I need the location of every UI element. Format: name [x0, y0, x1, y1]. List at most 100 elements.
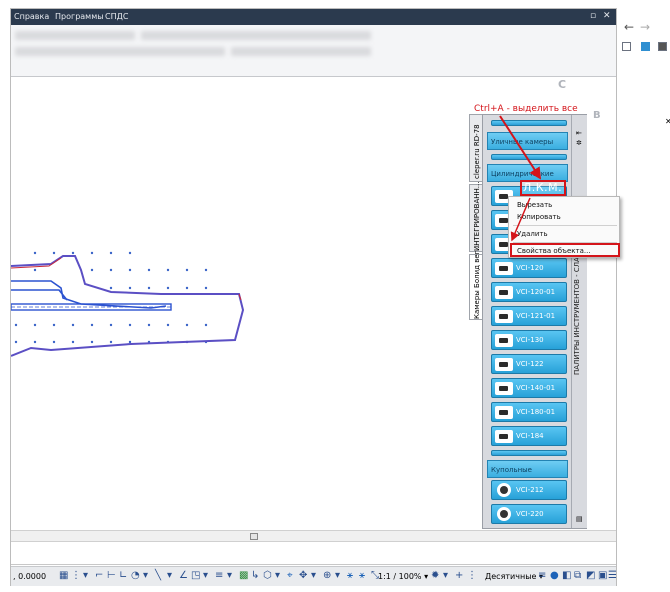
chevron-down-icon[interactable]: ▾ [275, 571, 280, 581]
palette-tab-label: Камеры Болид вег... [473, 243, 481, 319]
polar-icon[interactable]: ◔ [131, 571, 140, 581]
fullscreen-icon[interactable]: ▣ [598, 571, 607, 581]
tool-label: VCI-122 [516, 360, 544, 368]
ribbon-toolbar [11, 25, 616, 77]
browser-side-pane: ← → [618, 8, 670, 88]
palette-tool-vci-220[interactable]: VCI-220 [491, 504, 567, 524]
tool-label: VCI-184 [516, 432, 544, 440]
checkbox-icon[interactable] [622, 42, 631, 51]
menu-item-copy[interactable]: Копировать [517, 213, 561, 221]
palette-tool-vci-180-01[interactable]: VCI-180-01 [491, 402, 567, 422]
lock-ui-icon[interactable]: ⧉ [574, 571, 581, 581]
gizmo-icon[interactable]: ✥ [299, 571, 307, 581]
chevron-down-icon[interactable]: ▾ [167, 571, 172, 581]
close-icon[interactable]: ✕ [665, 117, 670, 126]
ribbon-blurred-row [141, 31, 371, 40]
palette-tool-vci-121-01[interactable]: VCI-121-01 [491, 306, 567, 326]
palette-tool-vci-122[interactable]: VCI-122 [491, 354, 567, 374]
palette-tab-cleper[interactable]: cleper.ru RD-78 [469, 114, 483, 182]
grid-dots [14, 251, 208, 344]
camera-icon [495, 430, 513, 443]
palette-tab-integrated[interactable]: ИНТЕГРИРОВАНН... [469, 182, 483, 252]
customization-icon[interactable]: ☰ [608, 571, 617, 581]
selection-cycling-icon[interactable]: ↳ [251, 571, 259, 581]
tool-label: VCI-220 [516, 510, 544, 518]
camera-icon [495, 382, 513, 395]
dome-camera-icon [497, 483, 511, 497]
chevron-down-icon[interactable]: ▾ [335, 571, 340, 581]
camera-icon [495, 310, 513, 323]
workspace-icon[interactable]: ◩ [586, 571, 595, 581]
scroll-thumb[interactable] [250, 533, 258, 540]
close-icon[interactable]: ✕ [603, 11, 611, 21]
chevron-down-icon[interactable]: ▾ [227, 571, 232, 581]
annotation-scale-dropdown[interactable]: 1:1 / 100% ▾ [378, 572, 428, 581]
horizontal-scrollbar[interactable] [11, 530, 616, 542]
viewcube-east[interactable]: В [593, 110, 601, 121]
transparency-icon[interactable]: ▩ [239, 571, 248, 581]
clean-screen-icon[interactable]: ⋮ [467, 571, 477, 581]
palette-tool-vci-184[interactable]: VCI-184 [491, 426, 567, 446]
ortho-icon[interactable]: ∟ [119, 571, 127, 581]
dynamic-input-icon[interactable]: ⊢ [107, 571, 116, 581]
group-label: Уличные камеры [491, 138, 554, 146]
chevron-down-icon[interactable]: ▾ [443, 571, 448, 581]
grid-icon[interactable]: ▦ [59, 571, 68, 581]
ribbon-blurred-row [15, 31, 135, 40]
extension-icon[interactable] [658, 42, 667, 51]
hardware-accel-icon[interactable]: ◧ [562, 571, 571, 581]
palette-menu-icon[interactable]: ▤ [576, 515, 583, 523]
chevron-down-icon[interactable]: ▾ [143, 571, 148, 581]
properties-icon[interactable]: ≡ [538, 571, 546, 581]
tool-label: VCI-130 [516, 336, 544, 344]
command-line[interactable] [11, 543, 616, 565]
palette-tool-vci-120[interactable]: VCI-120 [491, 258, 567, 278]
units-dropdown[interactable]: Десятичные ▾ [485, 572, 543, 581]
properties-highlight [510, 243, 620, 257]
palette-separator [491, 450, 567, 456]
chevron-down-icon[interactable]: ▾ [311, 571, 316, 581]
camera-icon [495, 262, 513, 275]
menu-spds[interactable]: СПДС [105, 12, 128, 21]
palette-separator [491, 120, 567, 126]
coordinates-readout: , 0.0000 [13, 572, 47, 581]
palette-tool-vci-130[interactable]: VCI-130 [491, 330, 567, 350]
menu-item-cut[interactable]: Вырезать [517, 201, 552, 209]
isolate-icon[interactable]: ● [550, 571, 559, 581]
menu-help[interactable]: Справка [14, 12, 49, 21]
autohide-icon[interactable]: ⇤ [576, 129, 582, 137]
palette-group-dome[interactable]: Купольные [487, 460, 568, 478]
status-bar: , 0.0000 ▦ ⋮ ▾ ⌐ ⊢ ∟ ◔ ▾ ╲ ▾ ∠ ◳ ▾ ≡ ▾ ▩… [11, 566, 617, 586]
restore-icon[interactable]: ▫ [590, 11, 596, 21]
ucs-icon[interactable]: ⌖ [287, 571, 293, 581]
lineweight-icon[interactable]: ≡ [215, 571, 223, 581]
gear-icon[interactable]: ✹ [431, 571, 439, 581]
extension-icon[interactable] [641, 42, 650, 51]
palette-tool-vci-120-01[interactable]: VCI-120-01 [491, 282, 567, 302]
palette-tool-vci-212[interactable]: VCI-212 [491, 480, 567, 500]
isodraft-icon[interactable]: ╲ [155, 571, 161, 581]
plus-icon[interactable]: + [455, 571, 463, 581]
palette-tab-label: cleper.ru RD-78 [473, 124, 481, 179]
camera-icon [495, 286, 513, 299]
osnap-icon[interactable]: ∠ [179, 571, 188, 581]
infer-icon[interactable]: ⌐ [95, 571, 103, 581]
menu-item-delete[interactable]: Удалить [517, 230, 548, 238]
viewcube-north[interactable]: С [558, 78, 566, 91]
gear-icon[interactable]: ✲ [576, 139, 582, 147]
back-arrow-icon[interactable]: ← [624, 20, 634, 34]
palette-tab-bolid-cameras[interactable]: Камеры Болид вег... [469, 244, 483, 320]
otrack-icon[interactable]: ◳ [191, 571, 200, 581]
3d-osnap-icon[interactable]: ⬡ [263, 571, 272, 581]
forward-arrow-icon[interactable]: → [640, 20, 650, 34]
snap-icon[interactable]: ⋮ [71, 571, 81, 581]
auto-scale-icon[interactable]: ⚹ [359, 571, 365, 581]
chevron-down-icon[interactable]: ▾ [203, 571, 208, 581]
menu-programs[interactable]: Программы [55, 12, 104, 21]
chevron-down-icon[interactable]: ▾ [83, 571, 88, 581]
palette-tool-vci-140-01[interactable]: VCI-140-01 [491, 378, 567, 398]
annotation-visibility-icon[interactable]: ⚹ [347, 571, 353, 581]
annotation-monitor-icon[interactable]: ⊕ [323, 571, 331, 581]
ribbon-blurred-row [15, 47, 225, 56]
palette-group-street[interactable]: Уличные камеры [487, 132, 568, 150]
